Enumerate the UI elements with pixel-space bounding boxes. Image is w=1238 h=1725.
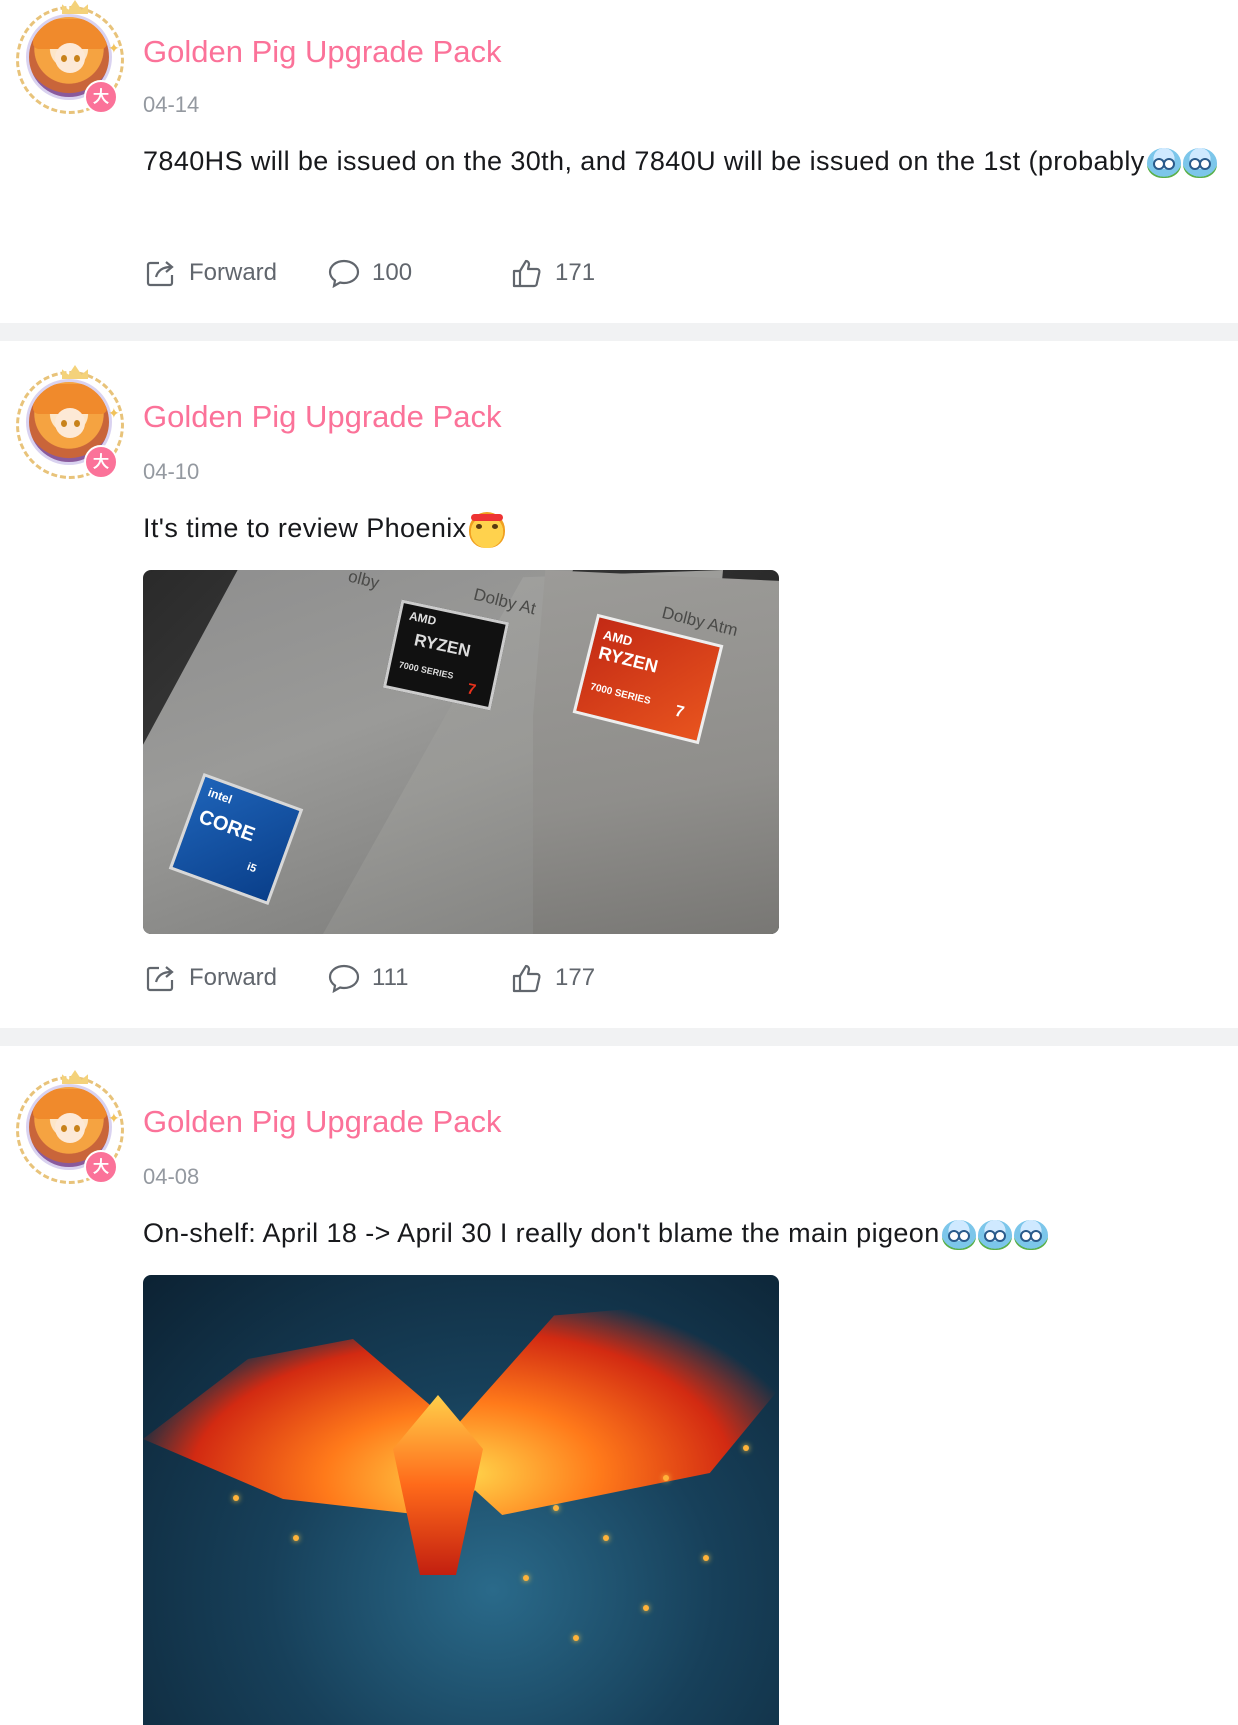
author-name[interactable]: Golden Pig Upgrade Pack bbox=[143, 34, 501, 70]
forward-icon bbox=[146, 966, 174, 992]
author-name[interactable]: Golden Pig Upgrade Pack bbox=[143, 1104, 501, 1140]
post-date[interactable]: 04-10 bbox=[143, 459, 199, 485]
angry-headband-emoji bbox=[468, 511, 505, 548]
crying-bird-emoji bbox=[977, 1219, 1012, 1250]
post-text: It's time to review Phoenix bbox=[143, 505, 1233, 551]
vip-badge: 大 bbox=[84, 1150, 118, 1184]
crying-bird-emoji bbox=[1013, 1219, 1048, 1250]
comment-button[interactable]: 100 bbox=[328, 258, 412, 288]
sparkle-icon: ✦ bbox=[108, 405, 120, 421]
comment-count: 100 bbox=[372, 259, 413, 286]
post-text: 7840HS will be issued on the 30th, and 7… bbox=[143, 138, 1233, 184]
post-date[interactable]: 04-08 bbox=[143, 1164, 199, 1190]
vip-badge: 大 bbox=[84, 445, 118, 479]
crying-bird-emoji bbox=[1146, 147, 1181, 178]
post-separator bbox=[0, 323, 1238, 341]
post-date[interactable]: 04-14 bbox=[143, 92, 199, 118]
comment-icon bbox=[328, 259, 360, 288]
post-text-content: On-shelf: April 18 -> April 30 I really … bbox=[143, 1218, 940, 1248]
like-button[interactable]: 171 bbox=[511, 258, 595, 288]
post-text: On-shelf: April 18 -> April 30 I really … bbox=[143, 1210, 1238, 1256]
avatar[interactable]: ✦ 大 bbox=[12, 1070, 132, 1196]
thumbs-up-icon bbox=[512, 259, 541, 288]
avatar[interactable]: ✦ 大 bbox=[12, 0, 132, 126]
forward-icon bbox=[146, 261, 174, 287]
crying-bird-emoji bbox=[941, 1219, 976, 1250]
forward-label: Forward bbox=[189, 964, 278, 991]
post-separator bbox=[0, 1028, 1238, 1046]
post-text-content: It's time to review Phoenix bbox=[143, 513, 467, 543]
post-actions: Forward 100 171 bbox=[143, 258, 843, 294]
thumbs-up-icon bbox=[512, 964, 541, 993]
post-item: ✦ 大 Golden Pig Upgrade Pack 04-14 7840HS… bbox=[0, 0, 1238, 323]
comment-count: 111 bbox=[372, 964, 409, 991]
sparkle-icon: ✦ bbox=[108, 1110, 120, 1126]
crying-bird-emoji bbox=[1182, 147, 1217, 178]
like-button[interactable]: 177 bbox=[511, 963, 595, 993]
post-actions: Forward 111 177 bbox=[143, 963, 843, 999]
comment-button[interactable]: 111 bbox=[328, 963, 408, 993]
avatar[interactable]: ✦ 大 bbox=[12, 365, 132, 491]
forward-label: Forward bbox=[189, 259, 278, 286]
forward-button[interactable]: Forward bbox=[145, 963, 277, 993]
vip-badge: 大 bbox=[84, 80, 118, 114]
forward-button[interactable]: Forward bbox=[145, 258, 277, 288]
laptop-stickers-photo[interactable]: olby Dolby At Dolby Atm AMD RYZEN 7000 S… bbox=[143, 570, 779, 934]
like-count: 171 bbox=[555, 259, 596, 286]
phoenix-artwork-photo[interactable] bbox=[143, 1275, 779, 1725]
author-name[interactable]: Golden Pig Upgrade Pack bbox=[143, 399, 501, 435]
like-count: 177 bbox=[555, 964, 596, 991]
sparkle-icon: ✦ bbox=[108, 40, 120, 56]
post-item: ✦ 大 Golden Pig Upgrade Pack 04-08 On-she… bbox=[0, 1046, 1238, 1725]
comment-icon bbox=[328, 964, 360, 993]
post-text-content: 7840HS will be issued on the 30th, and 7… bbox=[143, 146, 1145, 176]
post-item: ✦ 大 Golden Pig Upgrade Pack 04-10 It's t… bbox=[0, 341, 1238, 1028]
